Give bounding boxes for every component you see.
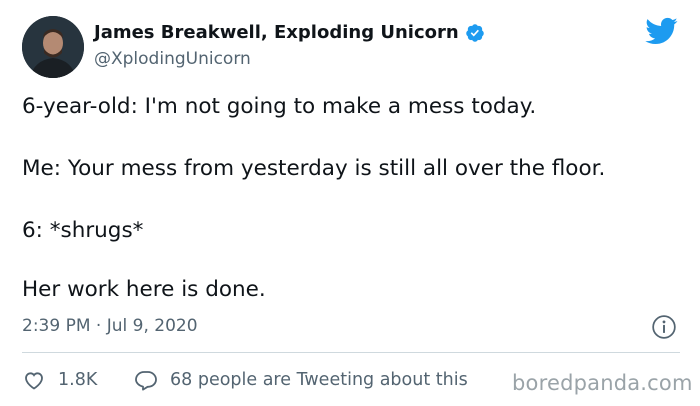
info-icon[interactable] xyxy=(651,314,677,340)
tweet-text-line: Her work here is done. xyxy=(22,277,266,302)
reply-bubble-icon xyxy=(135,371,157,391)
reply-text: 68 people are Tweeting about this xyxy=(170,370,468,390)
tweet-text-line: 6: *shrugs* xyxy=(22,218,144,243)
avatar-photo xyxy=(22,16,84,78)
heart-icon xyxy=(25,372,43,390)
like-count: 1.8K xyxy=(58,370,98,390)
watermark: boredpanda.com xyxy=(508,370,697,396)
reply-button[interactable]: 68 people are Tweeting about this xyxy=(134,368,468,392)
author-handle[interactable]: @XplodingUnicorn xyxy=(94,49,251,69)
author-display-name[interactable]: James Breakwell, Exploding Unicorn xyxy=(94,22,459,44)
verified-badge-icon xyxy=(465,24,484,42)
avatar[interactable] xyxy=(22,16,84,78)
like-button[interactable]: 1.8K xyxy=(22,368,97,392)
author-name-row[interactable]: James Breakwell, Exploding Unicorn xyxy=(94,22,485,44)
tweet-timestamp[interactable]: 2:39 PM · Jul 9, 2020 xyxy=(22,315,198,337)
twitter-bird-icon[interactable] xyxy=(644,14,678,48)
tweet-text-line: 6-year-old: I'm not going to make a mess… xyxy=(22,94,537,119)
divider xyxy=(22,352,680,353)
tweet-text-line: Me: Your mess from yesterday is still al… xyxy=(22,156,606,181)
tweet-card: James Breakwell, Exploding Unicorn @Xplo… xyxy=(0,0,700,406)
